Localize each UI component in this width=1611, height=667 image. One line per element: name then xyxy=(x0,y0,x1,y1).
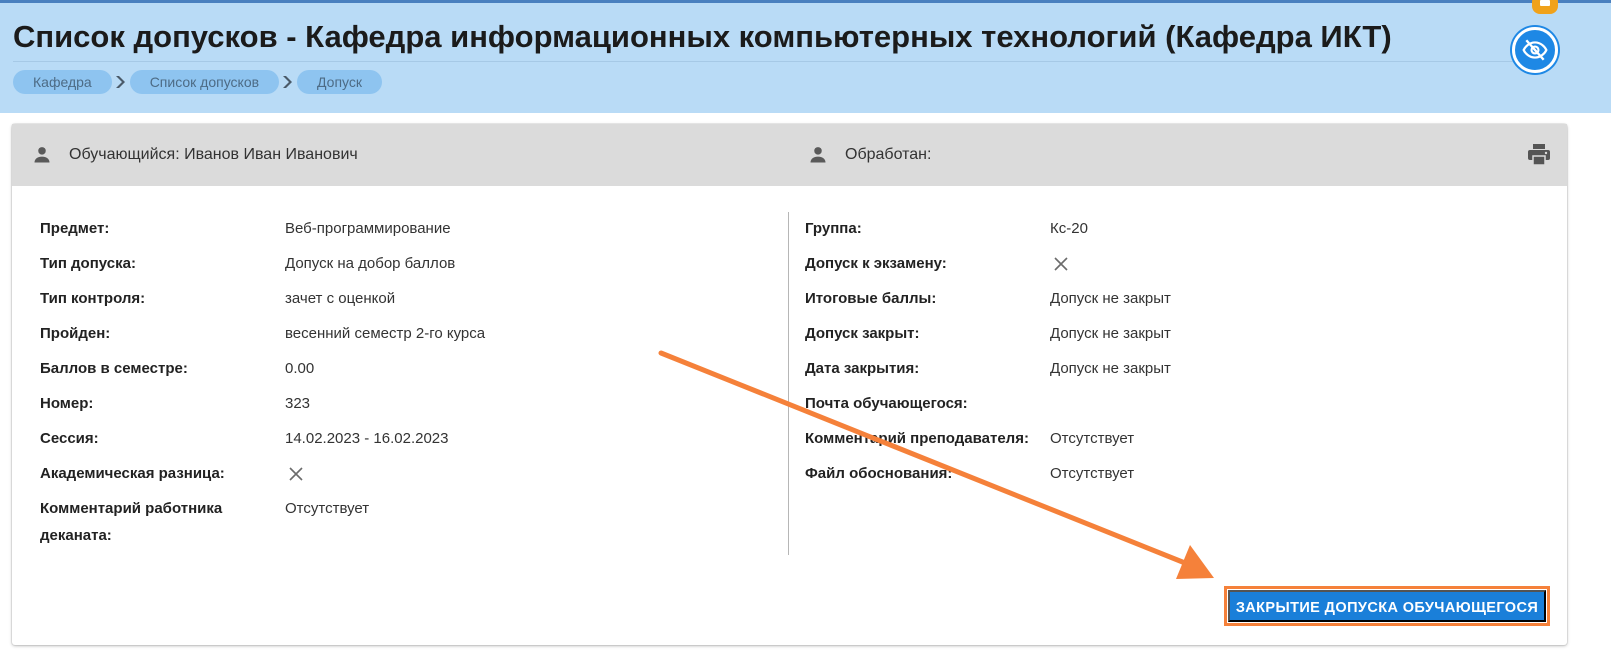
chevron-right-icon xyxy=(112,76,130,88)
notification-badge-icon[interactable] xyxy=(1532,0,1558,14)
field-label: Почта обучающегося: xyxy=(805,395,968,412)
field-label: Допуск закрыт: xyxy=(805,325,920,342)
field-row: Дата закрытия: Допуск не закрыт xyxy=(805,359,1171,394)
field-label: Тип допуска: xyxy=(40,255,136,272)
print-icon[interactable] xyxy=(1527,144,1551,166)
breadcrumb-item-admission[interactable]: Допуск xyxy=(297,70,383,94)
right-details: Группа: Кс-20 Допуск к экзамену: Итоговы… xyxy=(805,219,1171,499)
close-admission-button[interactable]: ЗАКРЫТИЕ ДОПУСКА ОБУЧАЮЩЕГОСЯ xyxy=(1224,586,1550,626)
field-row: Почта обучающегося: xyxy=(805,394,1171,429)
field-label: Группа: xyxy=(805,220,862,237)
field-value: 323 xyxy=(285,395,311,412)
close-x-icon xyxy=(289,467,303,481)
field-row: Пройден: весенний семестр 2-го курса xyxy=(40,324,485,359)
breadcrumb-item-admission-list[interactable]: Список допусков xyxy=(129,70,280,94)
field-label: Итоговые баллы: xyxy=(805,290,937,307)
person-icon xyxy=(810,147,826,163)
field-value: 0.00 xyxy=(285,360,315,377)
field-label: Дата закрытия: xyxy=(805,360,920,377)
field-label: Файл обоснования: xyxy=(805,465,953,482)
field-row: Допуск закрыт: Допуск не закрыт xyxy=(805,324,1171,359)
field-label: Комментарий преподавателя: xyxy=(805,430,1029,447)
field-row: Предмет: Веб-программирование xyxy=(40,219,485,254)
field-value: Кс-20 xyxy=(1050,220,1088,237)
field-row: Комментарий работника деканата: Отсутств… xyxy=(40,499,485,561)
field-value: Отсутствует xyxy=(1050,430,1135,447)
processed-info: Обработан: xyxy=(808,124,931,186)
field-label: Номер: xyxy=(40,395,94,412)
close-x-icon xyxy=(1054,257,1068,271)
page-title: Список допусков - Кафедра информационных… xyxy=(13,19,1392,54)
field-label: Баллов в семестре: xyxy=(40,360,188,377)
field-row: Номер: 323 xyxy=(40,394,485,429)
title-divider xyxy=(13,61,1551,62)
admission-card: Обучающийся: Иванов Иван Иванович Обрабо… xyxy=(12,124,1567,645)
field-label: Предмет: xyxy=(40,220,110,237)
field-label: Пройден: xyxy=(40,325,111,342)
field-value: Допуск не закрыт xyxy=(1050,290,1171,307)
field-row: Баллов в семестре: 0.00 xyxy=(40,359,485,394)
student-info: Обучающийся: Иванов Иван Иванович xyxy=(32,124,358,186)
page-header: Список допусков - Кафедра информационных… xyxy=(0,3,1611,113)
field-value: Отсутствует xyxy=(285,500,370,517)
field-row: Группа: Кс-20 xyxy=(805,219,1171,254)
breadcrumb: Кафедра Список допусков Допуск xyxy=(13,70,383,94)
field-value: Допуск не закрыт xyxy=(1050,325,1171,342)
breadcrumb-item-department[interactable]: Кафедра xyxy=(13,70,112,94)
field-row: Академическая разница: xyxy=(40,464,485,499)
left-details: Предмет: Веб-программирование Тип допуск… xyxy=(40,219,485,561)
column-divider xyxy=(788,212,789,555)
person-icon xyxy=(34,147,50,163)
field-row: Сессия: 14.02.2023 - 16.02.2023 xyxy=(40,429,485,464)
eye-off-icon[interactable] xyxy=(1512,27,1558,73)
field-value: Веб-программирование xyxy=(285,220,451,237)
card-header: Обучающийся: Иванов Иван Иванович Обрабо… xyxy=(12,124,1567,186)
student-label: Обучающийся: Иванов Иван Иванович xyxy=(69,146,358,163)
field-value: Отсутствует xyxy=(1050,465,1135,482)
field-value: зачет с оценкой xyxy=(285,290,396,307)
field-row: Файл обоснования: Отсутствует xyxy=(805,464,1171,499)
field-value: Допуск на добор баллов xyxy=(285,255,456,272)
field-value: 14.02.2023 - 16.02.2023 xyxy=(285,430,449,447)
field-row: Тип допуска: Допуск на добор баллов xyxy=(40,254,485,289)
field-label: Академическая разница: xyxy=(40,465,225,482)
field-row: Тип контроля: зачет с оценкой xyxy=(40,289,485,324)
field-value: Допуск не закрыт xyxy=(1050,360,1171,377)
field-label: Комментарий работника деканата: xyxy=(40,500,223,544)
processed-label: Обработан: xyxy=(845,146,932,163)
field-row: Допуск к экзамену: xyxy=(805,254,1171,289)
field-label: Допуск к экзамену: xyxy=(805,255,947,272)
field-row: Комментарий преподавателя: Отсутствует xyxy=(805,429,1171,464)
field-label: Сессия: xyxy=(40,430,99,447)
field-row: Итоговые баллы: Допуск не закрыт xyxy=(805,289,1171,324)
field-label: Тип контроля: xyxy=(40,290,146,307)
field-value: весенний семестр 2-го курса xyxy=(285,325,486,342)
chevron-right-icon xyxy=(279,76,297,88)
